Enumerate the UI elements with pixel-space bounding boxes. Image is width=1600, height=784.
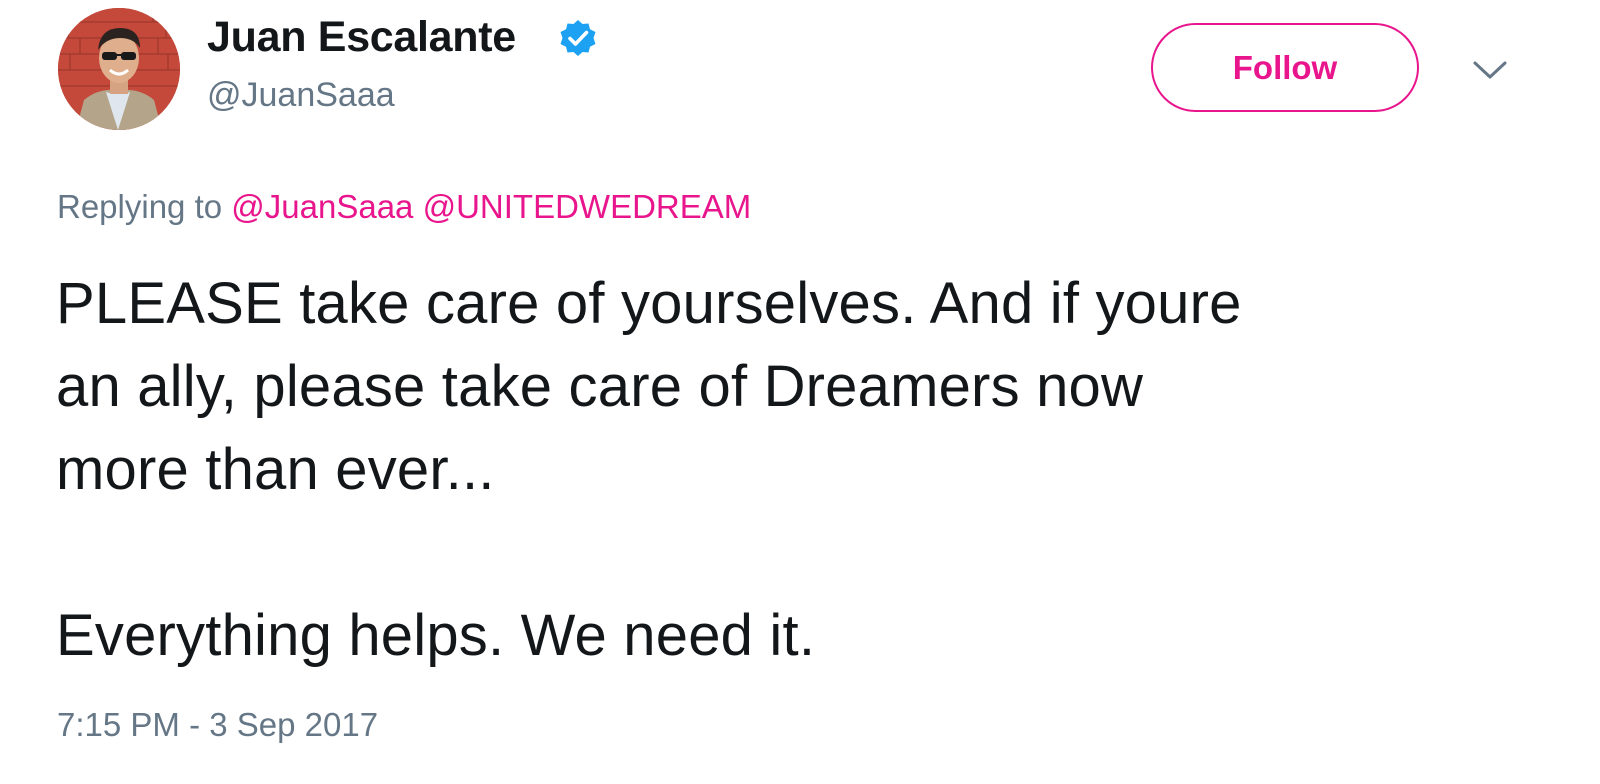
chevron-down-icon[interactable]: [1472, 56, 1508, 84]
verified-badge-icon: [560, 20, 596, 56]
tweet-text-line: PLEASE take care of yourselves. And if y…: [56, 271, 1242, 336]
replying-to-label: Replying to: [57, 188, 223, 225]
tweet-timestamp[interactable]: 7:15 PM - 3 Sep 2017: [57, 706, 378, 744]
profile-photo-icon: [58, 8, 180, 130]
tweet-text-line: Everything helps. We need it.: [56, 603, 816, 668]
replying-to: Replying to @JuanSaaa @UNITEDWEDREAM: [57, 188, 751, 226]
tweet-text: PLEASE take care of yourselves. And if y…: [56, 262, 1556, 677]
tweet-card: Juan Escalante @JuanSaaa Follow Replying…: [0, 0, 1600, 784]
mention-link[interactable]: @UNITEDWEDREAM: [423, 188, 752, 225]
author-name[interactable]: Juan Escalante: [207, 13, 516, 62]
follow-button[interactable]: Follow: [1151, 23, 1419, 112]
avatar[interactable]: [58, 8, 180, 130]
mention-link[interactable]: @JuanSaaa: [231, 188, 413, 225]
author-handle[interactable]: @JuanSaaa: [207, 76, 395, 115]
tweet-text-line: more than ever...: [56, 437, 495, 502]
tweet-text-line: an ally, please take care of Dreamers no…: [56, 354, 1144, 419]
